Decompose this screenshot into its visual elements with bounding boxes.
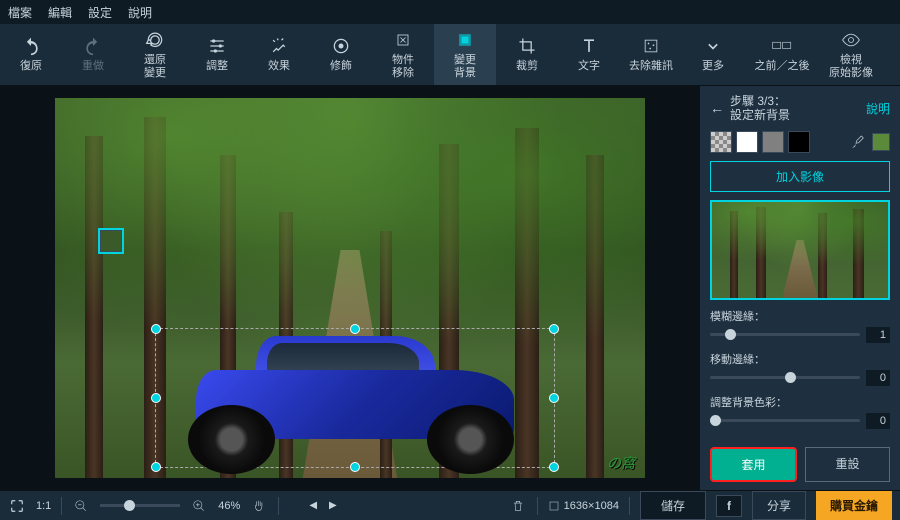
statusbar: 1:1 46% ◀ ▶ 1636×1084 儲存 f 分享 購買金鑰 [0,490,900,520]
swatch-gray[interactable] [762,131,784,153]
share-button[interactable]: 分享 [752,491,806,520]
toolbar: 復原 重做 還原 變更 調整 效果 修飾 物件 移除 變更 背景 裁剪 文字 去… [0,24,900,86]
swatch-white[interactable] [736,131,758,153]
text-button[interactable]: 文字 [558,24,620,85]
vieworiginal-label: 檢視 原始影像 [829,54,873,78]
buy-button[interactable]: 購買金鑰 [816,491,892,520]
facebook-button[interactable]: f [716,495,742,517]
menu-settings[interactable]: 設定 [88,4,112,21]
crop-button[interactable]: 裁剪 [496,24,558,85]
before-after-button[interactable]: 之前／之後 [744,24,820,85]
resize-handle-bl[interactable] [151,462,161,472]
denoise-label: 去除雜訊 [629,60,673,72]
blur-edge-track[interactable] [710,333,860,336]
shift-edge-value: 0 [866,370,890,386]
blur-edge-label: 模糊邊緣： [710,308,890,324]
resize-handle-br[interactable] [549,462,559,472]
background-thumbnail[interactable] [710,200,890,300]
fullscreen-button[interactable] [8,497,26,515]
text-label: 文字 [578,60,600,72]
zoom-in-button[interactable] [190,497,208,515]
adjust-label: 調整 [206,60,228,72]
adapt-color-label: 調整背景色彩： [710,394,890,410]
effects-label: 效果 [268,60,290,72]
redo-button[interactable]: 重做 [62,24,124,85]
canvas-area: の窩 [0,86,700,490]
prev-image-button[interactable]: ◀ [309,500,317,511]
panel-title: 步驟 3/3：設定新背景 [730,94,860,123]
changebg-label: 變更 背景 [454,54,476,78]
menubar: 檔案 編輯 設定 說明 [0,0,900,24]
swatch-image[interactable] [100,230,122,252]
adapt-color-track[interactable] [710,419,860,422]
resize-handle-ml[interactable] [151,393,161,403]
denoise-button[interactable]: 去除雜訊 [620,24,682,85]
shift-edge-track[interactable] [710,376,860,379]
zoom-out-button[interactable] [72,497,90,515]
reset-button[interactable]: 重設 [805,447,890,482]
menu-help[interactable]: 說明 [128,4,152,21]
dimensions: 1636×1084 [548,500,619,512]
beforeafter-label: 之前／之後 [755,60,810,72]
save-button[interactable]: 儲存 [640,491,706,520]
adapt-color-slider: 調整背景色彩： 0 [710,394,890,429]
color-swatches [710,131,890,153]
panel-help-link[interactable]: 說明 [866,100,890,117]
remove-label: 物件 移除 [392,54,414,78]
watermark: の窩 [607,453,635,473]
apply-button[interactable]: 套用 [710,447,797,482]
pan-button[interactable] [250,497,268,515]
swatch-transparent[interactable] [710,131,732,153]
eyedropper-button[interactable] [848,132,868,152]
undo-button[interactable]: 復原 [0,24,62,85]
resize-handle-bc[interactable] [350,462,360,472]
add-image-button[interactable]: 加入影像 [710,161,890,192]
delete-button[interactable] [509,497,527,515]
back-button[interactable]: ← [710,100,724,116]
revert-button[interactable]: 還原 變更 [124,24,186,85]
redo-label: 重做 [82,60,104,72]
blur-edge-slider: 模糊邊緣： 1 [710,308,890,343]
adapt-color-value: 0 [866,413,890,429]
effects-button[interactable]: 效果 [248,24,310,85]
shift-edge-slider: 移動邊緣： 0 [710,351,890,386]
next-image-button[interactable]: ▶ [329,500,337,511]
side-panel: ← 步驟 3/3：設定新背景 說明 加入影像 模糊邊緣： 1 [700,86,900,490]
zoom-value: 46% [218,500,240,512]
shift-edge-label: 移動邊緣： [710,351,890,367]
selection-box[interactable] [155,328,555,468]
resize-handle-tr[interactable] [549,324,559,334]
foreground-object [156,329,554,467]
retouch-button[interactable]: 修飾 [310,24,372,85]
current-color[interactable] [872,133,890,151]
resize-handle-tc[interactable] [350,324,360,334]
fit-label[interactable]: 1:1 [36,500,51,512]
undo-label: 復原 [20,60,42,72]
zoom-slider[interactable] [100,504,180,507]
adjust-button[interactable]: 調整 [186,24,248,85]
change-bg-button[interactable]: 變更 背景 [434,24,496,85]
resize-handle-tl[interactable] [151,324,161,334]
object-remove-button[interactable]: 物件 移除 [372,24,434,85]
resize-handle-mr[interactable] [549,393,559,403]
more-label: 更多 [702,60,724,72]
swatch-black[interactable] [788,131,810,153]
retouch-label: 修飾 [330,60,352,72]
more-button[interactable]: 更多 [682,24,744,85]
canvas[interactable]: の窩 [55,98,645,478]
menu-file[interactable]: 檔案 [8,4,32,21]
blur-edge-value: 1 [866,327,890,343]
revert-label: 還原 變更 [144,54,166,78]
menu-edit[interactable]: 編輯 [48,4,72,21]
crop-label: 裁剪 [516,60,538,72]
view-original-button[interactable]: 檢視 原始影像 [820,24,882,85]
